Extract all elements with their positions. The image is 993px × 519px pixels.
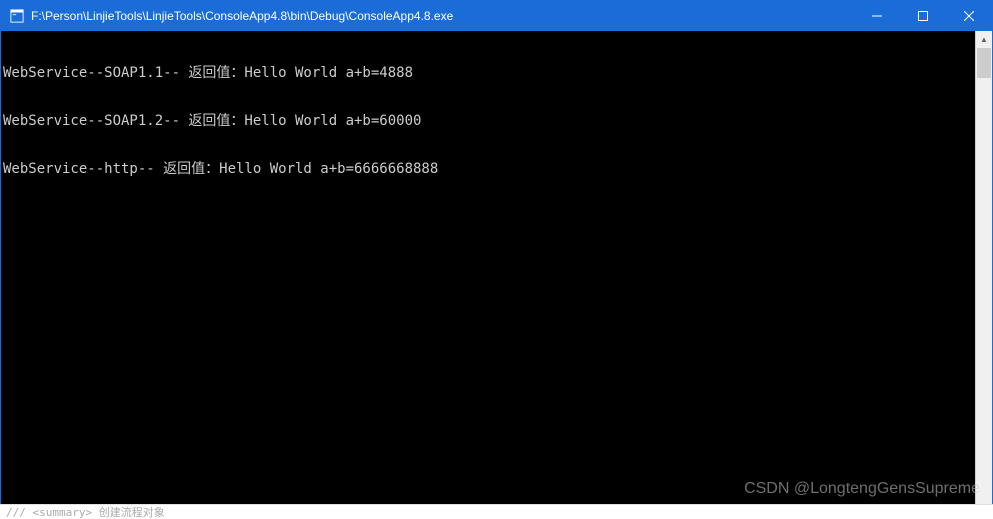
maximize-button[interactable] [900, 1, 946, 31]
vertical-scrollbar[interactable]: ▲ ▼ [975, 31, 992, 518]
console-line: WebService--SOAP1.2-- 返回值：Hello World a+… [3, 113, 975, 129]
console-app-icon [9, 8, 25, 24]
scroll-up-arrow[interactable]: ▲ [976, 31, 992, 48]
console-line: WebService--SOAP1.1-- 返回值：Hello World a+… [3, 65, 975, 81]
console-output[interactable]: WebService--SOAP1.1-- 返回值：Hello World a+… [1, 31, 975, 518]
console-area: WebService--SOAP1.1-- 返回值：Hello World a+… [1, 31, 992, 518]
close-button[interactable] [946, 1, 992, 31]
window-controls [854, 1, 992, 31]
console-line: WebService--http-- 返回值：Hello World a+b=6… [3, 161, 975, 177]
minimize-button[interactable] [854, 1, 900, 31]
window-title: F:\Person\LinjieTools\LinjieTools\Consol… [31, 9, 854, 23]
console-window: F:\Person\LinjieTools\LinjieTools\Consol… [0, 0, 993, 519]
scroll-thumb[interactable] [977, 48, 991, 78]
titlebar[interactable]: F:\Person\LinjieTools\LinjieTools\Consol… [1, 1, 992, 31]
background-editor-fragment: /// <summary> 创建流程对象 [0, 504, 993, 519]
